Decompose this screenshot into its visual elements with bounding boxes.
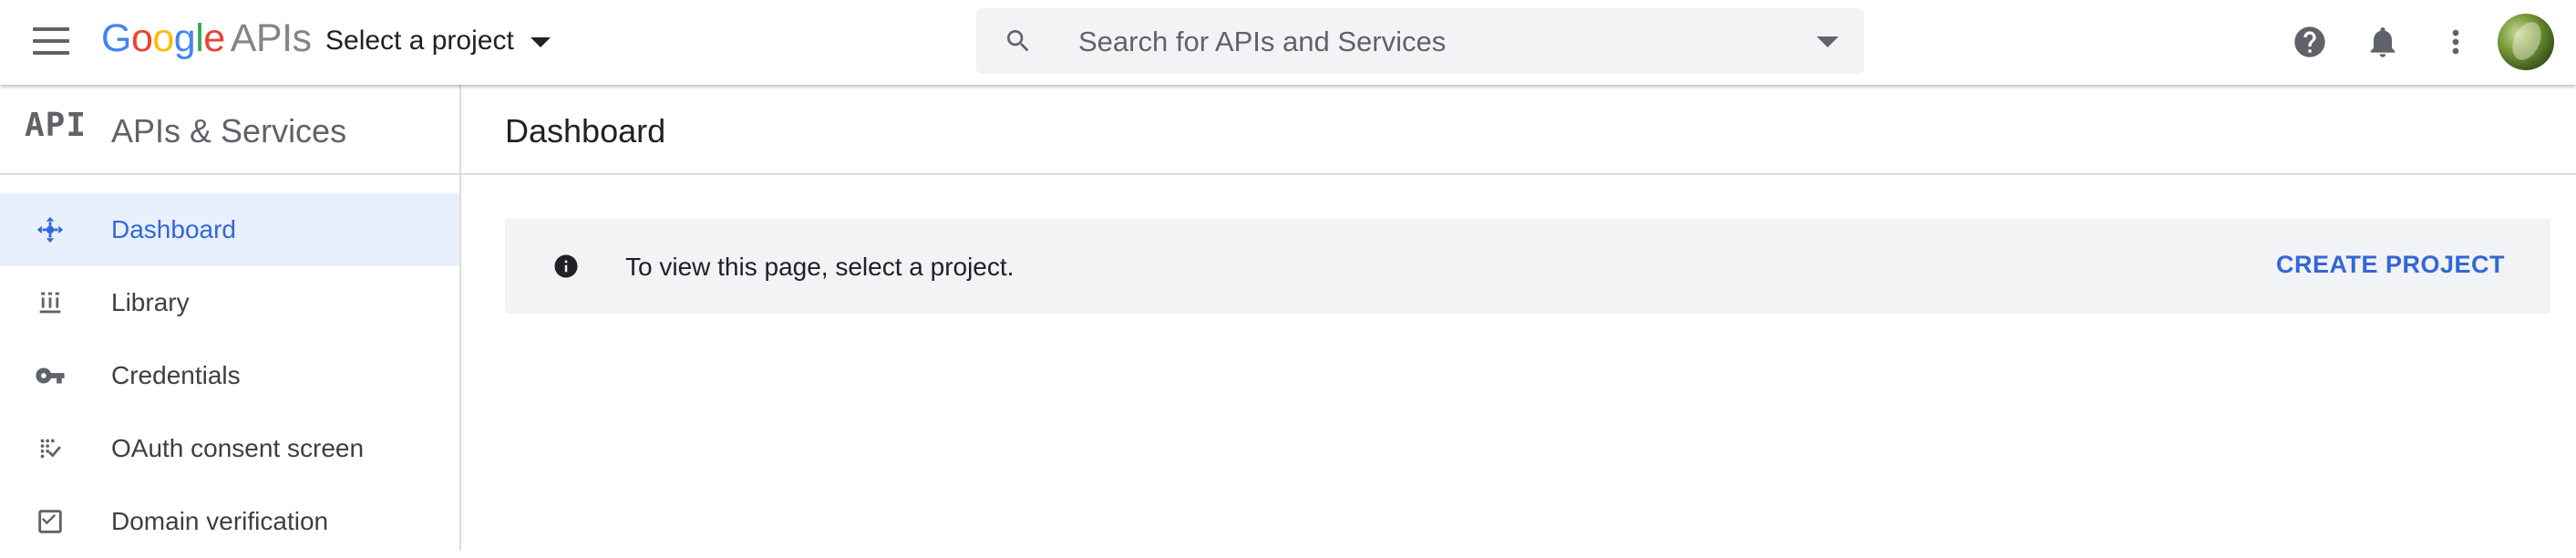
avatar[interactable] (2498, 14, 2554, 70)
sidebar-item-library[interactable]: Library (0, 266, 459, 339)
hamburger-menu-icon[interactable] (33, 27, 69, 57)
page-title: Dashboard (505, 112, 666, 150)
logo-letter: e (203, 16, 225, 60)
sidebar-item-domain-verification[interactable]: Domain verification (0, 485, 459, 558)
sidebar-header: API APIs & Services (0, 85, 459, 175)
sidebar-item-label: Dashboard (111, 215, 236, 243)
create-project-button[interactable]: CREATE PROJECT (2276, 251, 2505, 279)
logo-letter: l (195, 16, 204, 60)
dashboard-icon (36, 216, 64, 243)
notifications-bell-icon[interactable] (2365, 24, 2401, 60)
logo-suffix: APIs (230, 16, 312, 60)
library-icon (39, 292, 61, 314)
sidebar-item-label: Library (111, 288, 190, 316)
sidebar-item-label: OAuth consent screen (111, 434, 365, 462)
caret-down-icon (530, 36, 551, 47)
search-dropdown-icon[interactable] (1817, 36, 1839, 47)
banner-message: To view this page, select a project. (625, 253, 1015, 281)
sidebar-item-label: Credentials (111, 361, 241, 389)
info-banner: To view this page, select a project. CRE… (505, 219, 2550, 314)
api-logo-icon: API (25, 107, 88, 144)
logo-letter: g (173, 16, 196, 60)
top-app-bar: Google APIs Select a project (0, 0, 2576, 85)
search-icon (1007, 30, 1029, 52)
logo-letter: o (130, 16, 153, 60)
main-content: Dashboard To view this page, select a pr… (461, 85, 2576, 551)
checkbox-icon (38, 510, 62, 533)
sidebar: API APIs & Services Dashboard Library Cr… (0, 85, 461, 551)
sidebar-item-label: Domain verification (111, 507, 329, 535)
help-icon[interactable] (2292, 24, 2328, 60)
project-selector-label: Select a project (325, 26, 514, 56)
search-bar[interactable] (976, 8, 1864, 74)
sidebar-nav: Dashboard Library Credentials OAuth cons… (0, 175, 459, 558)
logo-letter: o (152, 16, 174, 60)
info-icon (554, 254, 578, 278)
logo-letter: G (101, 16, 131, 60)
page-header: Dashboard (461, 85, 2576, 175)
google-apis-logo[interactable]: Google APIs (101, 16, 312, 61)
search-input[interactable] (1077, 21, 1773, 63)
sidebar-title: APIs & Services (111, 112, 347, 150)
sidebar-item-dashboard[interactable]: Dashboard (0, 193, 459, 266)
sidebar-item-credentials[interactable]: Credentials (0, 339, 459, 412)
sidebar-item-oauth-consent-screen[interactable]: OAuth consent screen (0, 412, 459, 485)
project-selector[interactable]: Select a project (325, 26, 551, 57)
oauth-consent-icon (40, 439, 61, 459)
more-vert-icon[interactable] (2437, 24, 2474, 60)
key-icon (36, 367, 65, 384)
